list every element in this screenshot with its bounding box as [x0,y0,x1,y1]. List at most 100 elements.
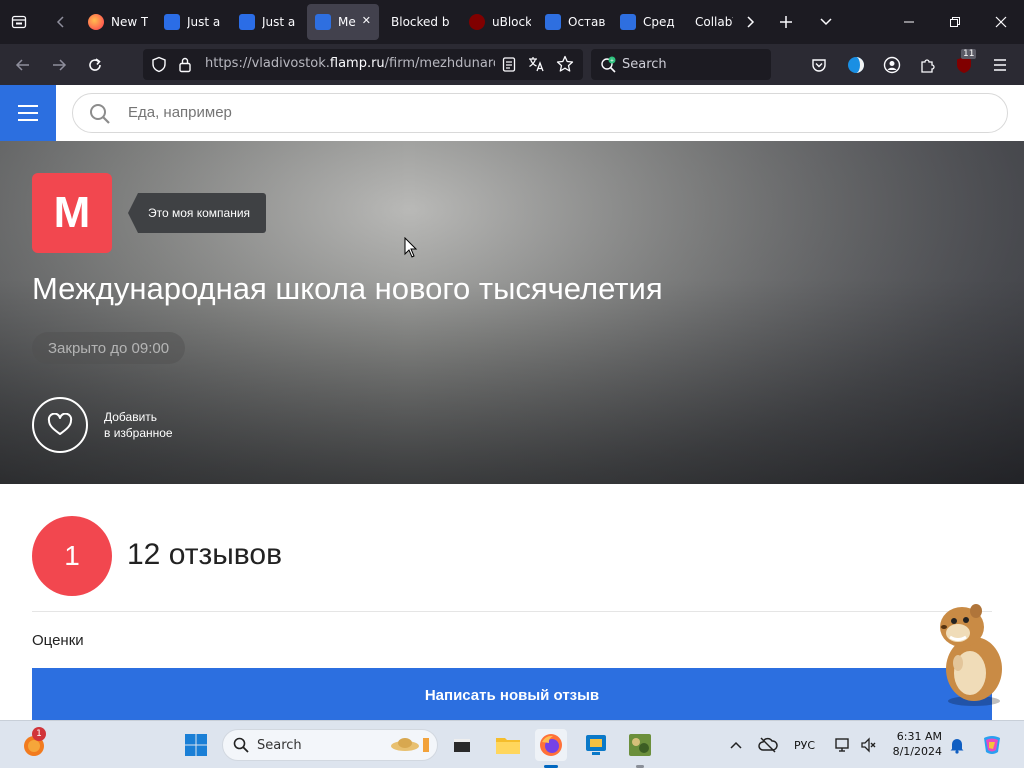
extension-button[interactable] [843,53,869,77]
minimize-window-button[interactable] [886,6,932,38]
bell-icon [950,739,964,754]
chevron-up-icon [730,741,742,749]
site-search-box[interactable] [72,93,1008,133]
tab[interactable]: Сред [612,4,682,40]
extensions-button[interactable] [915,53,941,77]
firefox-view-icon [11,15,27,29]
network-icon [835,738,849,752]
url-bar[interactable]: https://vladivostok.flamp.ru/firm/mezhdu… [143,49,583,80]
minimize-icon [904,21,914,23]
ublock-badge: 11 [961,49,977,59]
tab-close-icon[interactable]: ✕ [362,14,371,27]
tabs-scroll-left-button[interactable] [48,10,74,34]
shield-icon[interactable] [151,56,167,77]
site-header [0,85,1024,141]
browser-tab-bar: New T Just a Just a Me ✕ Blocked b uBlock Остав… [0,0,1024,44]
ublock-button[interactable]: 11 [951,49,977,77]
firefox-taskbar-button[interactable] [535,729,567,761]
browser-search-bar[interactable]: + Search [591,49,771,80]
company-logo: M [32,173,112,253]
close-window-button[interactable] [978,6,1024,38]
pocket-icon [812,59,826,72]
flamp-icon [545,14,561,30]
arrow-left-icon [15,59,29,71]
hamburger-menu-icon [994,59,1006,71]
tab-label: CollabV [695,15,733,29]
tab[interactable]: Blocked b [383,4,455,40]
pocket-button[interactable] [806,53,832,77]
reader-view-icon[interactable] [501,56,517,77]
search-highlight-icon [389,734,433,760]
tab[interactable]: CollabV [687,4,733,40]
tab[interactable]: uBlock [461,4,531,40]
svg-text:+: + [610,58,614,64]
chevron-down-icon [820,18,832,26]
tab[interactable]: New T [80,4,150,40]
language-indicator[interactable]: РУС [794,739,815,752]
firefox-icon [540,734,562,756]
tab[interactable]: Just a [156,4,226,40]
tabs-scroll-right-button[interactable] [738,10,762,34]
add-favorite-button[interactable] [32,397,88,453]
forward-button[interactable] [44,50,74,80]
taskbar-search-box[interactable]: Search [222,729,438,761]
volume-button[interactable] [856,729,880,761]
show-hidden-icons-button[interactable] [724,729,748,761]
search-icon [233,737,249,757]
tab-label: Me [338,15,356,29]
search-engine-icon: + [600,56,618,78]
bookmark-star-icon[interactable] [556,55,574,77]
reviews-count-link[interactable]: 12 отзывов [127,538,282,572]
volume-mute-icon [861,737,876,753]
company-hero: M Это моя компания Международная школа н… [0,141,1024,484]
app-menu-button[interactable] [987,53,1013,77]
firefox-view-button[interactable] [6,10,32,34]
tab-label: Blocked b [391,15,450,29]
list-all-tabs-button[interactable] [813,10,839,34]
tab-active[interactable]: Me ✕ [307,4,379,40]
tab[interactable]: Just a [231,4,301,40]
hamster-mascot-icon[interactable] [930,597,1010,707]
onedrive-button[interactable] [754,729,782,761]
folder-icon [496,738,520,754]
restore-window-button[interactable] [932,6,978,38]
menu-bar [18,112,38,114]
add-favorite-label[interactable]: Добавить в избранное [104,409,173,441]
my-company-button[interactable]: Это моя компания [127,193,267,233]
app-taskbar-button[interactable] [580,729,612,761]
reload-button[interactable] [80,50,110,80]
widget-notification-badge: 1 [32,727,46,741]
site-menu-button[interactable] [0,85,56,141]
copilot-button[interactable] [976,729,1008,761]
tab[interactable]: Остав [537,4,607,40]
web-page: M Это моя компания Международная школа н… [0,85,1024,720]
network-button[interactable] [830,729,858,761]
url-text[interactable]: https://vladivostok.flamp.ru/firm/mezhdu… [205,56,495,71]
site-search-input[interactable] [128,104,828,121]
ublock-icon [469,14,485,30]
chevron-right-icon [747,16,755,28]
copilot-icon [984,736,1000,754]
account-button[interactable] [879,53,905,77]
widgets-button[interactable]: 1 [18,727,50,761]
new-tab-button[interactable] [773,10,799,34]
task-view-button[interactable] [446,729,478,761]
flamp-icon [315,14,331,30]
back-button[interactable] [8,50,38,80]
add-favorite-line2: в избранное [104,426,173,440]
globe-extension-icon [848,57,864,73]
translate-icon[interactable] [527,55,545,77]
reload-icon [89,58,101,71]
game-taskbar-button[interactable] [624,729,656,761]
puzzle-icon [921,59,935,73]
section-divider [32,611,992,612]
arrow-right-icon [53,59,67,71]
clock[interactable]: 6:31 AM 8/1/2024 [886,729,942,759]
write-review-button[interactable]: Написать новый отзыв [32,668,992,720]
windows-taskbar: 1 Search РУС 6:31 AM 8/1/2024 [0,720,1024,768]
clock-date: 8/1/2024 [892,745,942,758]
notifications-button[interactable] [946,729,968,761]
lock-icon[interactable] [178,56,192,77]
start-button[interactable] [180,729,212,761]
file-explorer-button[interactable] [492,729,524,761]
